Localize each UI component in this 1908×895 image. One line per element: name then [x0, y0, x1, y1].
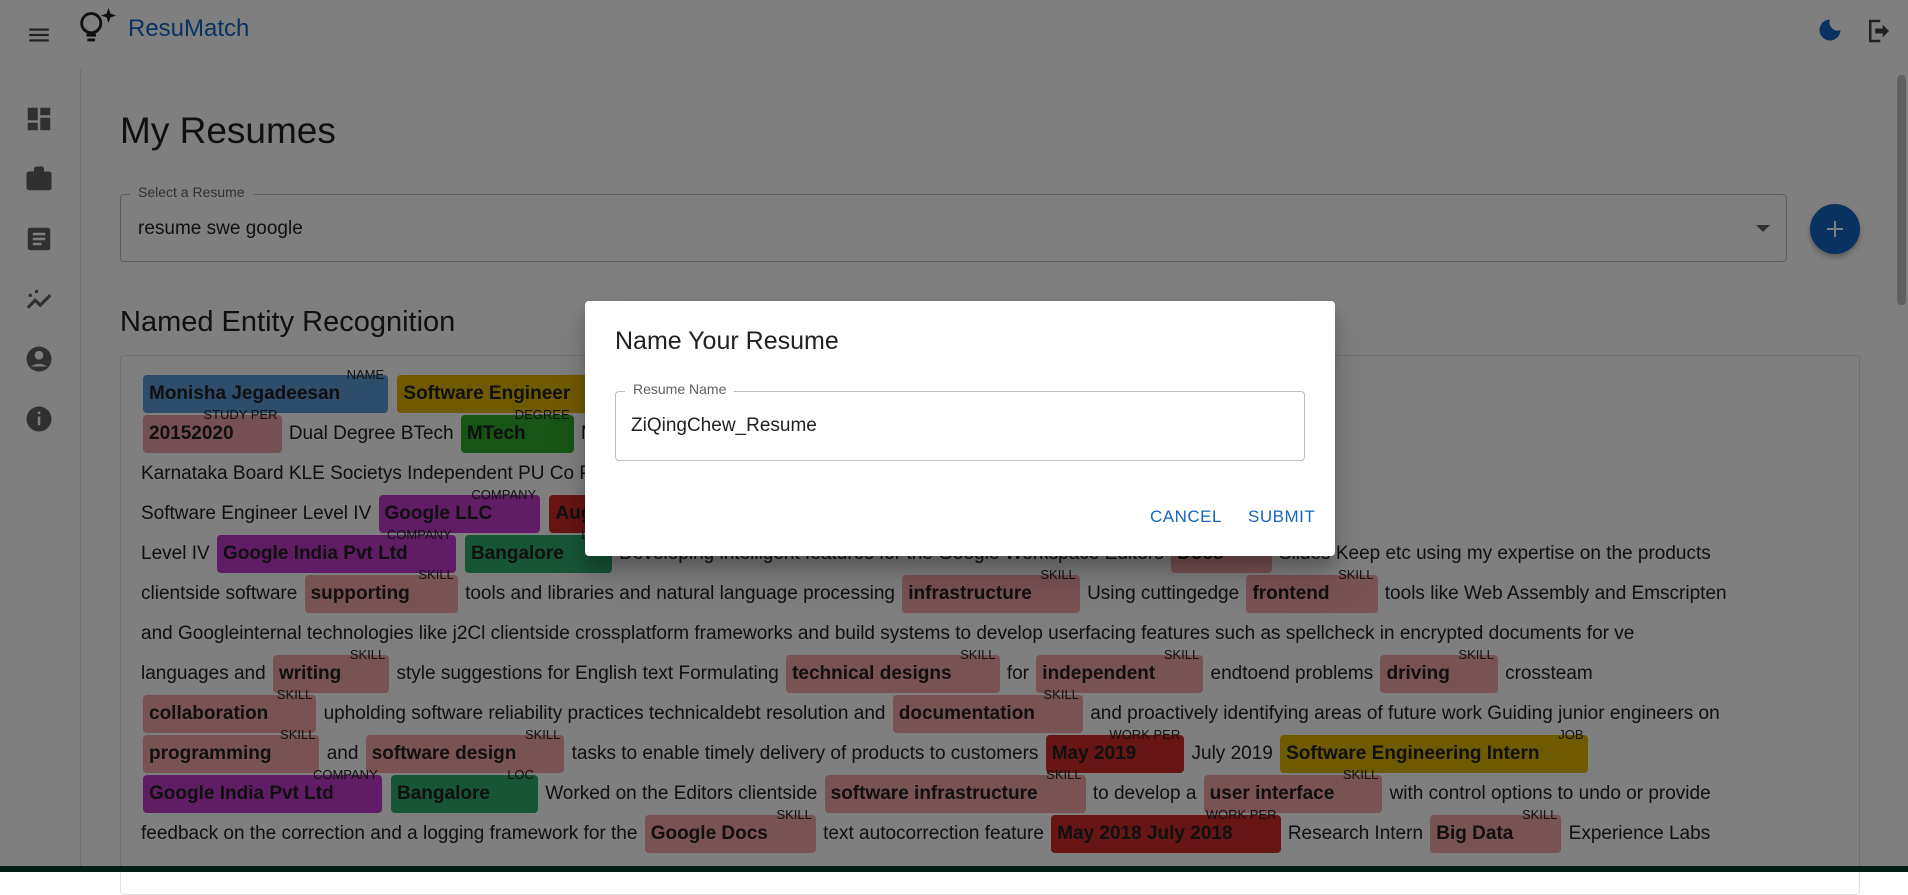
- name-resume-dialog: Name Your Resume Resume Name CANCEL SUBM…: [585, 301, 1335, 556]
- resume-name-input[interactable]: [631, 411, 1281, 441]
- cancel-button[interactable]: CANCEL: [1150, 507, 1222, 527]
- dialog-title: Name Your Resume: [615, 327, 839, 355]
- resume-name-label: Resume Name: [625, 381, 735, 397]
- submit-button[interactable]: SUBMIT: [1248, 507, 1315, 527]
